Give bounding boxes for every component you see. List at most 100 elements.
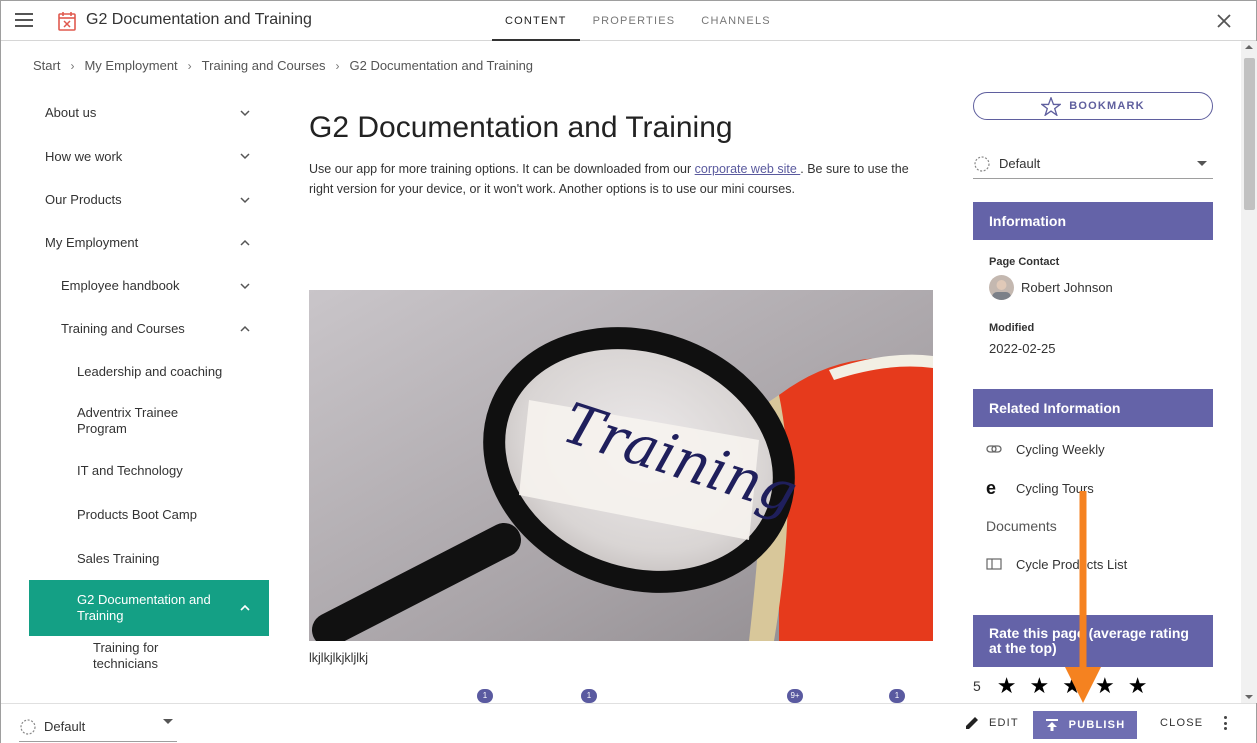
upload-icon (1045, 719, 1058, 731)
nav-item-training-technicians[interactable]: Training for technicians (29, 636, 269, 676)
more-vert-icon[interactable] (1224, 716, 1228, 730)
page-title: G2 Documentation and Training (309, 111, 733, 144)
document-link[interactable]: Cycle Products List (986, 556, 1213, 572)
rating-heading: Rate this page (average rating at the to… (973, 615, 1213, 667)
badge[interactable]: 1 (477, 689, 493, 703)
nav-item-label: About us (45, 105, 97, 120)
information-heading: Information (973, 202, 1213, 240)
nav-item-sales-training[interactable]: Sales Training (29, 536, 269, 580)
document-link-label: Cycle Products List (1016, 556, 1128, 572)
nav-item-how-we-work[interactable]: How we work (29, 134, 269, 178)
tab-bar: CONTENT PROPERTIES CHANNELS (492, 1, 784, 41)
nav-item-label: Training and Courses (61, 321, 185, 336)
hero-image: Training (309, 290, 933, 641)
image-caption: lkjlkjlkjkljlkj (309, 651, 369, 665)
corporate-web-site-link[interactable]: corporate web site (695, 162, 801, 176)
caret-down-icon (1197, 161, 1207, 166)
scroll-thumb[interactable] (1244, 58, 1255, 210)
related-body: Cycling Weekly e Cycling Tours Documents… (973, 427, 1213, 572)
nav-item-label: Training for technicians (93, 640, 159, 671)
nav-item-label: Adventrix Trainee Program (77, 405, 179, 436)
sun-icon (20, 718, 36, 735)
tab-properties[interactable]: PROPERTIES (580, 1, 689, 41)
star-icon[interactable]: ★ (1030, 675, 1050, 697)
related-heading: Related Information (973, 389, 1213, 427)
document-icon (986, 558, 1002, 570)
top-bar: G2 Documentation and Training CONTENT PR… (1, 1, 1256, 41)
nav-item-g2-documentation[interactable]: G2 Documentation and Training (29, 580, 269, 636)
breadcrumb-my-employment[interactable]: My Employment (84, 58, 177, 73)
vertical-scrollbar[interactable] (1241, 41, 1257, 703)
intro-paragraph: Use our app for more training options. I… (309, 159, 933, 199)
modified-value: 2022-02-25 (989, 341, 1056, 356)
caret-down-icon (163, 719, 173, 724)
chevron-down-icon[interactable] (239, 196, 251, 204)
related-link-label: Cycling Weekly (1016, 441, 1105, 457)
star-icon[interactable]: ★ (1095, 675, 1115, 697)
nav-item-leadership[interactable]: Leadership and coaching (29, 350, 269, 393)
page-icon (58, 12, 76, 31)
close-button[interactable]: CLOSE (1160, 717, 1203, 729)
view-select-value: Default (999, 156, 1041, 171)
badge[interactable]: 1 (889, 689, 905, 703)
badge[interactable]: 9+ (787, 689, 803, 703)
chevron-up-icon[interactable] (239, 604, 251, 612)
page-contact-label: Page Contact (989, 256, 1060, 268)
nav-item-about-us[interactable]: About us (29, 91, 269, 134)
breadcrumb-start[interactable]: Start (33, 58, 60, 73)
modified-label: Modified (989, 322, 1035, 334)
contact-row: Robert Johnson (989, 275, 1197, 300)
nav-item-our-products[interactable]: Our Products (29, 178, 269, 221)
nav-item-training-and-courses[interactable]: Training and Courses (29, 307, 269, 350)
sun-icon (974, 155, 990, 172)
nav-item-it-technology[interactable]: IT and Technology (29, 449, 269, 492)
breadcrumb-separator-icon: › (70, 58, 75, 73)
edge-browser-icon: e (986, 478, 997, 498)
tab-content[interactable]: CONTENT (492, 1, 580, 41)
contact-name[interactable]: Robert Johnson (1021, 280, 1113, 295)
breadcrumb-training[interactable]: Training and Courses (202, 58, 326, 73)
nav-item-my-employment[interactable]: My Employment (29, 221, 269, 264)
breadcrumb: Start › My Employment › Training and Cou… (33, 58, 533, 73)
bookmark-button[interactable]: BOOKMARK (973, 92, 1213, 120)
close-icon[interactable] (1216, 13, 1232, 29)
chevron-up-icon[interactable] (239, 325, 251, 333)
nav-item-label: My Employment (45, 235, 139, 250)
star-icon[interactable]: ★ (997, 675, 1017, 697)
scroll-down-icon[interactable] (1245, 695, 1253, 699)
scroll-up-icon[interactable] (1245, 45, 1253, 49)
nav-item-label: G2 Documentation and Training (77, 592, 211, 623)
avatar[interactable] (989, 275, 1014, 300)
nav-item-label: Leadership and coaching (77, 364, 223, 379)
nav-item-employee-handbook[interactable]: Employee handbook (29, 264, 269, 307)
chevron-down-icon[interactable] (239, 152, 251, 160)
chevron-up-icon[interactable] (239, 239, 251, 247)
right-panel: BOOKMARK Default Information Page Contac… (973, 92, 1213, 697)
view-select[interactable]: Default (973, 149, 1213, 179)
chevron-down-icon[interactable] (239, 109, 251, 117)
rating-row: 5 ★ ★ ★ ★ ★ (973, 675, 1213, 697)
nav-item-products-boot-camp[interactable]: Products Boot Camp (29, 492, 269, 536)
link-icon (986, 445, 1002, 453)
tab-channels[interactable]: CHANNELS (688, 1, 784, 41)
nav-item-label: Our Products (45, 192, 122, 207)
breadcrumb-current: G2 Documentation and Training (349, 58, 534, 73)
publish-button[interactable]: PUBLISH (1033, 711, 1137, 739)
pencil-icon (966, 717, 978, 729)
nav-item-label: IT and Technology (77, 463, 183, 478)
edit-button[interactable]: EDIT (964, 715, 1019, 731)
nav-item-adventrix-trainee[interactable]: Adventrix Trainee Program (29, 393, 269, 449)
star-icon[interactable]: ★ (1062, 675, 1082, 697)
related-link[interactable]: Cycling Weekly (986, 441, 1213, 457)
breadcrumb-separator-icon: › (187, 58, 192, 73)
badge[interactable]: 1 (581, 689, 597, 703)
related-link[interactable]: e Cycling Tours (986, 478, 1213, 498)
star-icon[interactable]: ★ (1128, 675, 1148, 697)
menu-icon[interactable] (15, 13, 33, 27)
bottom-view-select[interactable]: Default (19, 712, 177, 742)
bottom-select-value: Default (44, 719, 86, 734)
intro-text: Use our app for more training options. I… (309, 162, 695, 176)
chevron-down-icon[interactable] (239, 282, 251, 290)
left-nav: About us How we work Our Products My Emp… (29, 91, 269, 676)
bookmark-label: BOOKMARK (1069, 100, 1145, 112)
